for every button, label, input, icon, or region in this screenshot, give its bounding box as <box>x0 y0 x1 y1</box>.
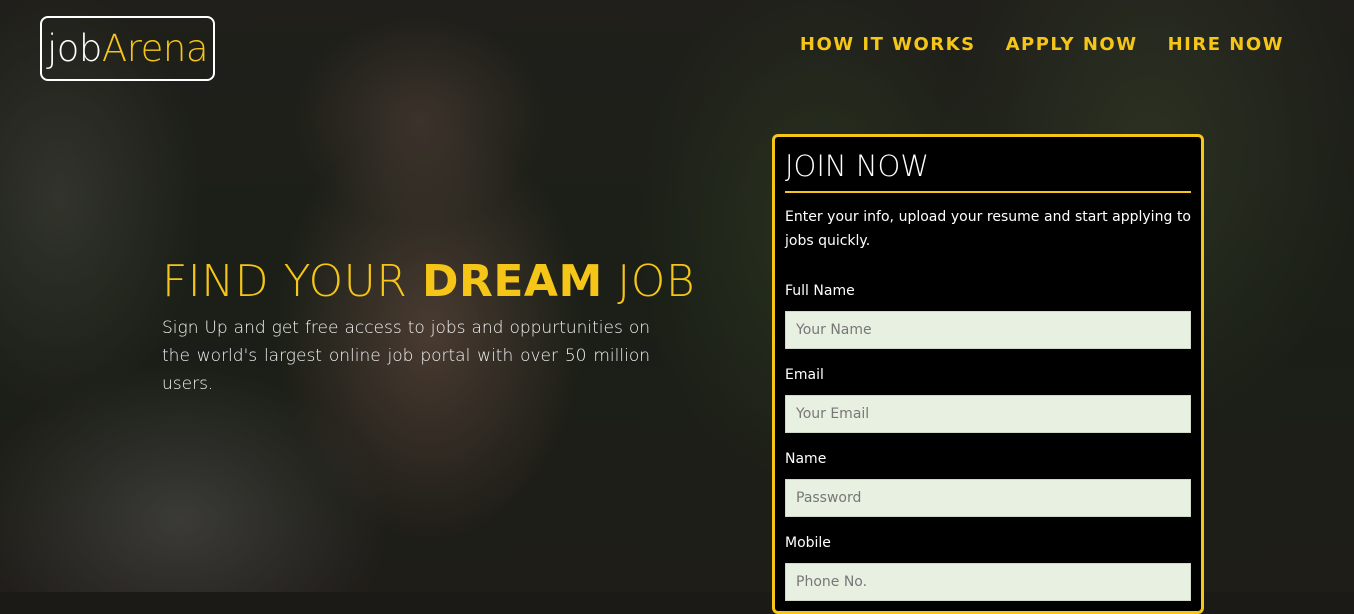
site-logo[interactable]: job Arena <box>40 16 215 81</box>
full-name-label: Full Name <box>785 283 855 299</box>
form-description: Enter your info, upload your resume and … <box>785 209 1191 249</box>
mobile-field-group: Mobile <box>785 535 1191 601</box>
main-nav: HOW IT WORKS APPLY NOW HIRE NOW <box>800 34 1284 55</box>
hero-headline: FIND YOUR DREAM JOB <box>162 256 695 307</box>
email-field-group: Email <box>785 367 1191 433</box>
nav-hire-now[interactable]: HIRE NOW <box>1168 34 1284 55</box>
email-label: Email <box>785 367 824 383</box>
full-name-input[interactable] <box>785 311 1191 349</box>
logo-text-arena: Arena <box>101 27 209 70</box>
password-input[interactable] <box>785 479 1191 517</box>
mobile-input[interactable] <box>785 563 1191 601</box>
join-now-form: JOIN NOW Enter your info, upload your re… <box>772 134 1204 614</box>
nav-how-it-works[interactable]: HOW IT WORKS <box>800 34 976 55</box>
email-input[interactable] <box>785 395 1191 433</box>
mobile-label: Mobile <box>785 535 831 551</box>
headline-part1: FIND YOUR <box>162 256 422 307</box>
nav-apply-now[interactable]: APPLY NOW <box>1006 34 1138 55</box>
headline-bold: DREAM <box>421 256 603 307</box>
logo-text-job: job <box>46 27 102 70</box>
password-label: Name <box>785 451 827 467</box>
form-title: JOIN NOW <box>785 149 1191 193</box>
full-name-field-group: Full Name <box>785 283 1191 349</box>
hero-subtext: Sign Up and get free access to jobs and … <box>162 318 650 394</box>
password-field-group: Name <box>785 451 1191 517</box>
headline-part2: JOB <box>602 256 696 307</box>
